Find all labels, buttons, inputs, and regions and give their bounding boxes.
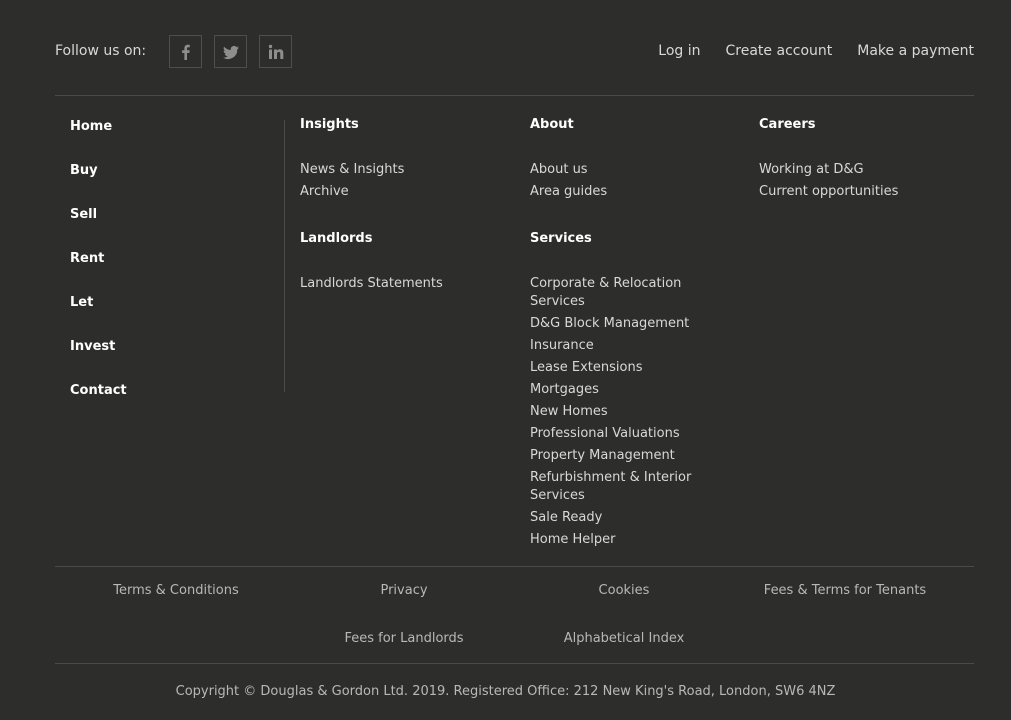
careers-heading[interactable]: Careers (759, 118, 949, 161)
follow-us-label: Follow us on: (55, 43, 147, 59)
archive-link[interactable]: Archive (300, 183, 490, 201)
linkedin-icon (268, 44, 283, 59)
main-nav: Home Buy Sell Rent Let Invest Contact (70, 119, 127, 427)
column-about-services: About About us Area guides Services Corp… (530, 118, 720, 581)
nav-item-buy[interactable]: Buy (70, 163, 127, 207)
current-opportunities-link[interactable]: Current opportunities (759, 183, 949, 201)
facebook-button[interactable] (169, 35, 202, 68)
nav-item-sell[interactable]: Sell (70, 207, 127, 251)
service-link[interactable]: Corporate & Relocation Services (530, 275, 705, 311)
column-insights-landlords: Insights News & Insights Archive Landlor… (300, 118, 490, 325)
service-link[interactable]: Mortgages (530, 381, 720, 399)
service-link[interactable]: Sale Ready (530, 509, 720, 527)
copyright-text: Copyright © Douglas & Gordon Ltd. 2019. … (175, 684, 836, 699)
service-link[interactable]: Refurbishment & Interior Services (530, 469, 715, 505)
nav-item-invest[interactable]: Invest (70, 339, 127, 383)
nav-item-let[interactable]: Let (70, 295, 127, 339)
insights-heading[interactable]: Insights (300, 118, 490, 161)
nav-item-rent[interactable]: Rent (70, 251, 127, 295)
services-group: Services Corporate & Relocation Services… (530, 232, 720, 549)
fees-terms-tenants-link[interactable]: Fees & Terms for Tenants (764, 583, 926, 598)
privacy-link[interactable]: Privacy (380, 583, 427, 598)
nav-item-contact[interactable]: Contact (70, 383, 127, 427)
service-link[interactable]: D&G Block Management (530, 315, 720, 333)
service-link[interactable]: New Homes (530, 403, 720, 421)
alphabetical-index-link[interactable]: Alphabetical Index (564, 631, 685, 646)
about-us-link[interactable]: About us (530, 161, 720, 179)
facebook-icon (181, 44, 190, 60)
service-link[interactable]: Insurance (530, 337, 720, 355)
create-account-link[interactable]: Create account (726, 43, 833, 59)
insights-group: Insights News & Insights Archive (300, 118, 490, 201)
account-links: Log in Create account Make a payment (658, 43, 974, 59)
log-in-link[interactable]: Log in (658, 43, 700, 59)
divider-top (55, 95, 974, 96)
terms-conditions-link[interactable]: Terms & Conditions (113, 583, 239, 598)
area-guides-link[interactable]: Area guides (530, 183, 720, 201)
column-careers: Careers Working at D&G Current opportuni… (759, 118, 949, 233)
service-link[interactable]: Property Management (530, 447, 720, 465)
cookies-link[interactable]: Cookies (599, 583, 650, 598)
nav-item-home[interactable]: Home (70, 119, 127, 163)
landlords-heading[interactable]: Landlords (300, 232, 490, 275)
careers-group: Careers Working at D&G Current opportuni… (759, 118, 949, 201)
nav-divider (284, 120, 285, 392)
landlords-statements-link[interactable]: Landlords Statements (300, 275, 490, 293)
about-group: About About us Area guides (530, 118, 720, 201)
services-heading[interactable]: Services (530, 232, 720, 275)
divider-bottom (55, 663, 974, 664)
social-bar: Follow us on: Log in Create account Make… (55, 35, 974, 70)
service-link[interactable]: Lease Extensions (530, 359, 720, 377)
linkedin-button[interactable] (259, 35, 292, 68)
service-link[interactable]: Professional Valuations (530, 425, 720, 443)
twitter-button[interactable] (214, 35, 247, 68)
working-at-dg-link[interactable]: Working at D&G (759, 161, 949, 179)
landlords-group: Landlords Landlords Statements (300, 232, 490, 293)
service-link[interactable]: Home Helper (530, 531, 720, 549)
twitter-icon (222, 45, 239, 59)
fees-landlords-link[interactable]: Fees for Landlords (344, 631, 463, 646)
make-payment-link[interactable]: Make a payment (857, 43, 974, 59)
divider-legal (55, 566, 974, 567)
about-heading[interactable]: About (530, 118, 720, 161)
news-insights-link[interactable]: News & Insights (300, 161, 490, 179)
